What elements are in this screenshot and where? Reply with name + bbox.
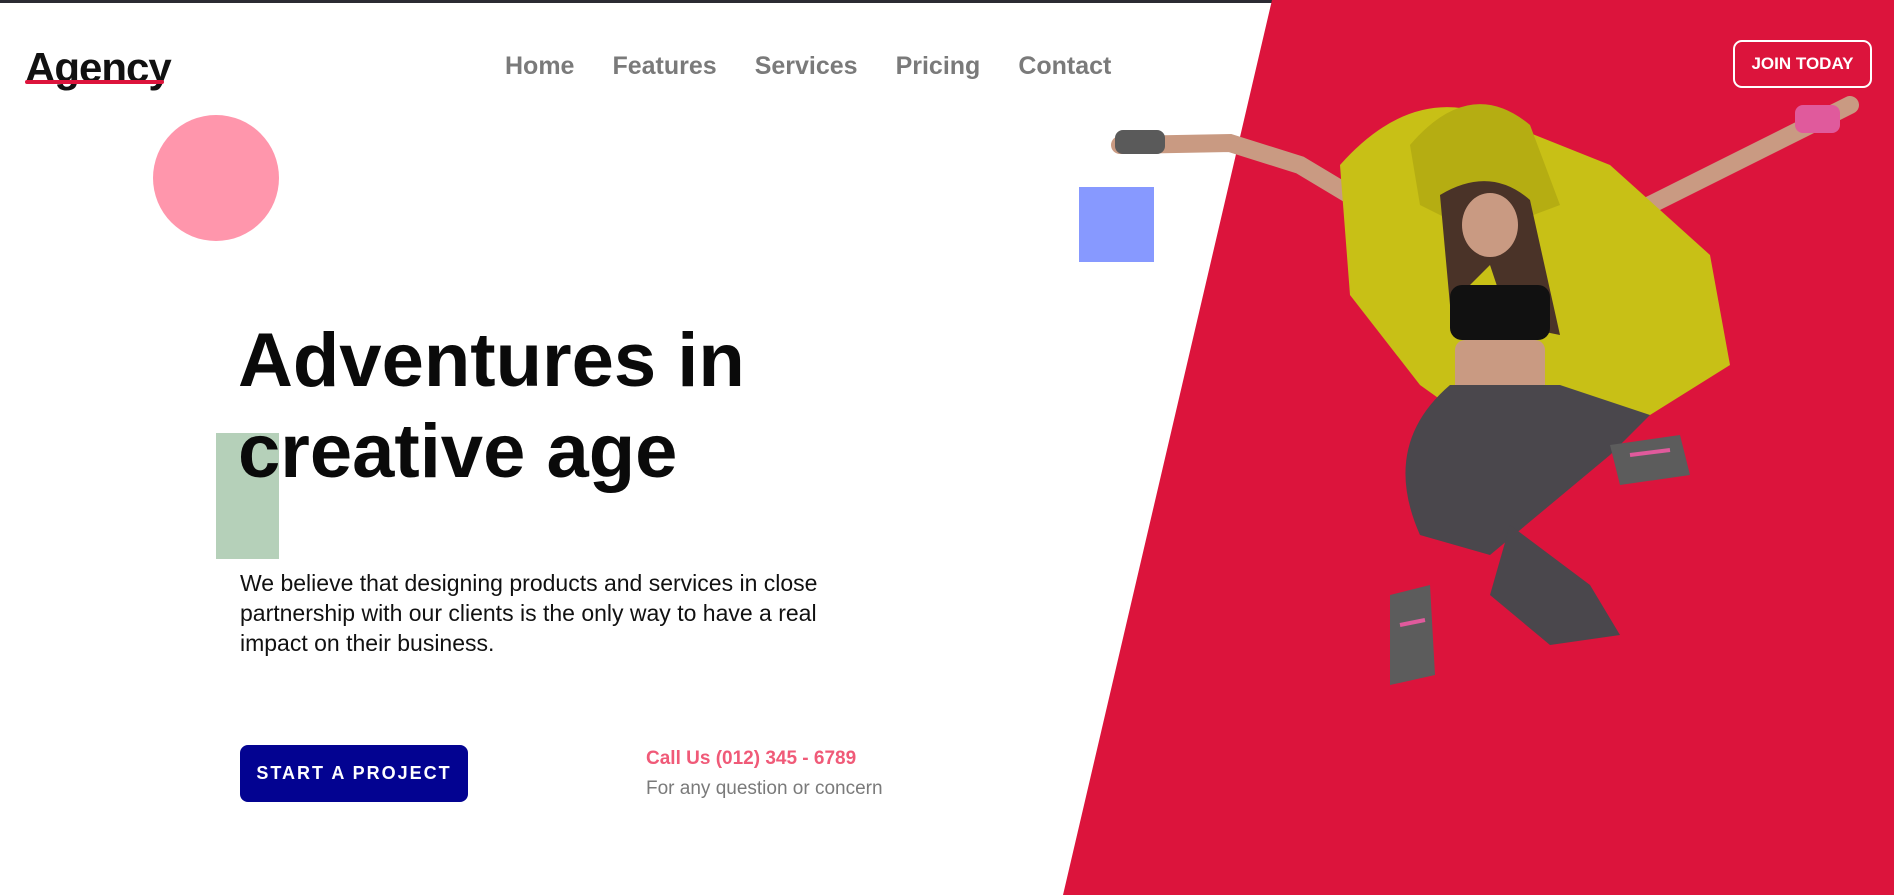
start-project-button[interactable]: START A PROJECT: [240, 745, 468, 802]
logo-underline: [25, 80, 164, 84]
hero-headline: Adventures in creative age: [238, 318, 745, 494]
call-us-phone[interactable]: Call Us (012) 345 - 6789: [646, 747, 856, 771]
decorative-pink-circle: [153, 115, 279, 241]
nav-services[interactable]: Services: [755, 50, 858, 82]
nav-features[interactable]: Features: [612, 50, 716, 82]
main-nav: Home Features Services Pricing Contact: [505, 50, 1111, 82]
nav-home[interactable]: Home: [505, 50, 574, 82]
agency-logo[interactable]: Agency: [25, 44, 172, 92]
nav-contact[interactable]: Contact: [1018, 50, 1111, 82]
hero-description: We believe that designing products and s…: [240, 570, 818, 656]
jumping-dancer-image: [1111, 96, 1859, 685]
join-today-button[interactable]: JOIN TODAY: [1733, 40, 1872, 88]
nav-pricing[interactable]: Pricing: [896, 50, 981, 82]
call-us-subtext: For any question or concern: [646, 778, 883, 799]
